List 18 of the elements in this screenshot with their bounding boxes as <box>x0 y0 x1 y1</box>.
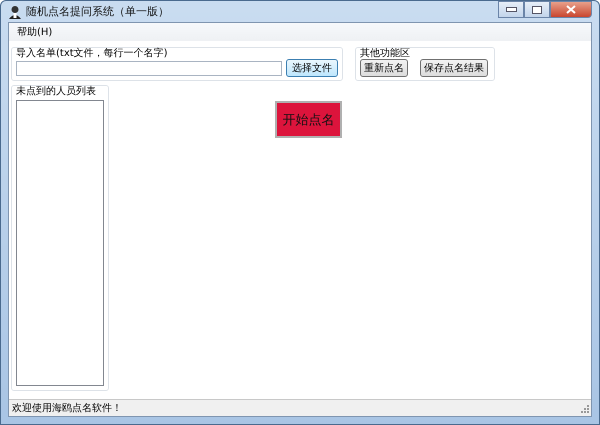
group-title: 未点到的人员列表 <box>16 86 97 97</box>
file-path-field[interactable] <box>16 60 282 76</box>
status-text: 欢迎使用海鸥点名软件！ <box>12 402 122 415</box>
maximize-button[interactable] <box>524 1 550 18</box>
window-title: 随机点名提问系统（单一版） <box>26 4 169 19</box>
group-title: 导入名单(txt文件，每行一个名字) <box>16 48 169 59</box>
close-icon <box>566 5 576 14</box>
start-button[interactable]: 开始点名 <box>275 101 342 138</box>
group-title: 其他功能区 <box>360 48 411 59</box>
list-box[interactable] <box>16 100 104 386</box>
close-button[interactable] <box>550 1 592 18</box>
action-button[interactable]: 保存点名结果 <box>420 59 488 77</box>
person-icon <box>8 4 22 18</box>
action-button[interactable]: 重新点名 <box>360 59 408 77</box>
minimize-button[interactable] <box>498 1 524 18</box>
resize-grip-icon[interactable] <box>579 403 589 413</box>
choose-file-button[interactable]: 选择文件 <box>286 59 338 77</box>
menu-item[interactable]: 帮助(H) <box>11 25 58 39</box>
